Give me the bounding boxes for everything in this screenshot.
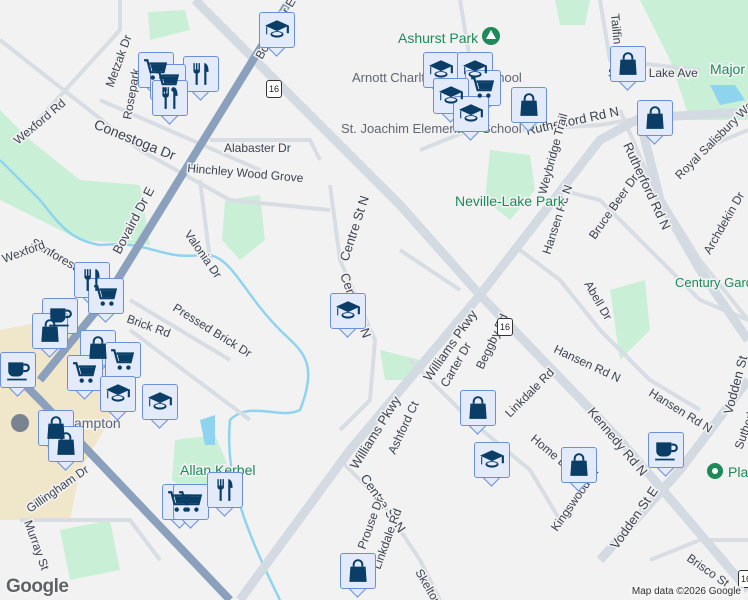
- shopping-bag-marker[interactable]: [610, 46, 646, 92]
- restaurant-marker[interactable]: [207, 472, 243, 518]
- shopping-cart-icon: [72, 360, 98, 386]
- street-label: Tailfin: [608, 13, 625, 45]
- map-attribution[interactable]: Map data ©2026 Google: [628, 586, 744, 597]
- school-icon: [147, 389, 173, 415]
- school-marker[interactable]: [474, 442, 510, 488]
- marker-box: [474, 442, 510, 478]
- marker-box: [561, 447, 597, 483]
- marker-box: [637, 100, 673, 136]
- marker-box: [88, 278, 124, 314]
- street-label: Centre St N: [337, 194, 372, 263]
- shopping-bag-icon: [642, 105, 668, 131]
- cafe-marker[interactable]: [648, 432, 684, 478]
- park-label: Ashurst Park: [398, 30, 479, 46]
- marker-box: [453, 96, 489, 132]
- park-label: Major: [710, 61, 745, 77]
- street-label: Vodden St E: [607, 484, 661, 552]
- shopping-bag-marker[interactable]: [32, 313, 68, 359]
- street-label: Hansen Rd N: [646, 386, 715, 436]
- shopping-bag-icon: [516, 92, 542, 118]
- marker-box: [207, 472, 243, 508]
- shopping-cart-icon: [178, 489, 204, 515]
- marker-box: [183, 56, 219, 92]
- poi-label: St. Joachim Elementary School: [341, 121, 522, 136]
- shopping-cart-icon: [470, 75, 496, 101]
- marker-box: [0, 352, 36, 388]
- shopping-bag-icon: [615, 51, 641, 77]
- school-icon: [335, 298, 361, 324]
- route-16-shield: 16: [497, 318, 513, 336]
- school-icon: [479, 447, 505, 473]
- shopping-bag-marker[interactable]: [511, 87, 547, 133]
- park-label: Plaza: [728, 464, 748, 480]
- shopping-bag-icon: [465, 395, 491, 421]
- school-marker[interactable]: [453, 96, 489, 142]
- shopping-bag-marker[interactable]: [561, 447, 597, 493]
- marker-box: [330, 293, 366, 329]
- street-label: Valonia Dr: [182, 228, 225, 281]
- school-icon: [105, 381, 131, 407]
- marker-box: [648, 432, 684, 468]
- shopping-cart-icon: [110, 347, 136, 373]
- restaurant-icon: [212, 477, 238, 503]
- shopping-bag-icon: [345, 558, 371, 584]
- shopping-cart-marker[interactable]: [173, 484, 209, 530]
- cafe-icon: [653, 437, 679, 463]
- shopping-cart-marker[interactable]: [88, 278, 124, 324]
- shopping-bag-icon: [85, 335, 111, 361]
- school-marker[interactable]: [142, 384, 178, 430]
- marker-box: [460, 390, 496, 426]
- shopping-bag-marker[interactable]: [340, 553, 376, 599]
- shopping-bag-icon: [37, 318, 63, 344]
- street-label: Skelton: [412, 567, 444, 600]
- google-logo: Google: [6, 576, 69, 597]
- street-label: Linkdale Rd: [502, 365, 557, 420]
- school-marker[interactable]: [330, 293, 366, 339]
- marker-box: [105, 342, 141, 378]
- marker-box: [610, 46, 646, 82]
- street-label: Alabaster Dr: [224, 141, 291, 155]
- park-label: Neville-Lake Park: [455, 193, 566, 209]
- route-16-shield: 16: [266, 80, 282, 98]
- shopping-bag-marker[interactable]: [460, 390, 496, 436]
- cafe-marker[interactable]: [0, 352, 36, 398]
- park-label: Century Gardens Recreation Centre: [675, 275, 748, 290]
- marker-box: [32, 313, 68, 349]
- shopping-bag-marker[interactable]: [48, 426, 84, 472]
- school-icon: [264, 17, 290, 43]
- pin-dot: [712, 468, 718, 474]
- marker-box: [173, 484, 209, 520]
- shopping-bag-icon: [566, 452, 592, 478]
- school-icon: [458, 101, 484, 127]
- street-label: Wexford: [0, 237, 47, 265]
- marker-box: [340, 553, 376, 589]
- marker-box: [259, 12, 295, 48]
- school-marker[interactable]: [100, 376, 136, 422]
- marker-box: [511, 87, 547, 123]
- marker-box: [67, 355, 103, 391]
- restaurant-marker[interactable]: [183, 56, 219, 102]
- school-marker[interactable]: [259, 12, 295, 58]
- cafe-icon: [5, 357, 31, 383]
- street-label: Archdekin Dr: [700, 189, 747, 256]
- street-label: Murray St: [21, 518, 52, 572]
- shopping-cart-marker[interactable]: [67, 355, 103, 401]
- shopping-bag-marker[interactable]: [637, 100, 673, 146]
- restaurant-marker[interactable]: [152, 80, 188, 126]
- shopping-bag-icon: [53, 431, 79, 457]
- city-hall-icon: [11, 414, 29, 432]
- street-label: Wexford Rd: [11, 96, 68, 147]
- marker-box: [48, 426, 84, 462]
- restaurant-icon: [188, 61, 214, 87]
- marker-box: [152, 80, 188, 116]
- restaurant-icon: [157, 85, 183, 111]
- marker-box: [142, 384, 178, 420]
- school-icon: [428, 57, 454, 83]
- shopping-cart-icon: [93, 283, 119, 309]
- marker-box: [100, 376, 136, 412]
- street-label: Brick Rd: [125, 312, 172, 341]
